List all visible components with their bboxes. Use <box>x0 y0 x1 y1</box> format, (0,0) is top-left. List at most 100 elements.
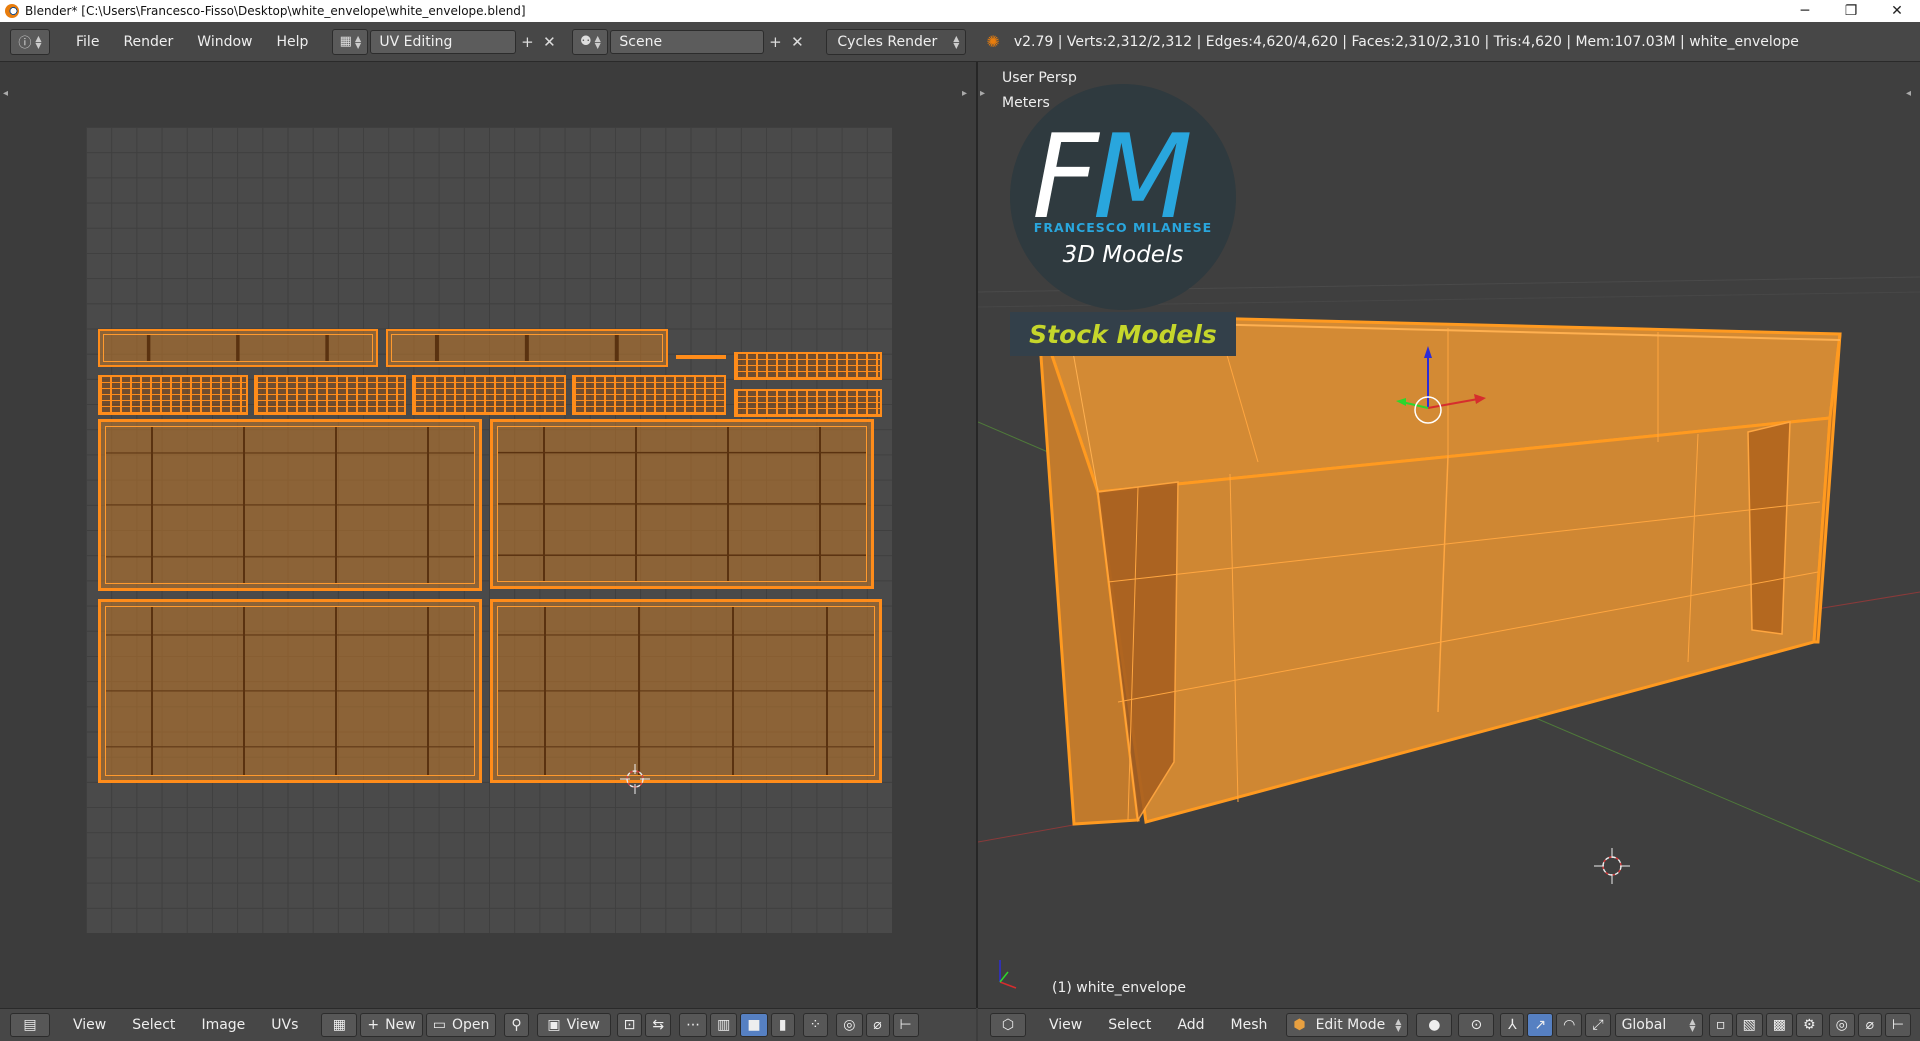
scene-field[interactable]: Scene <box>610 29 765 54</box>
open-image-button[interactable]: ▭ Open <box>425 1013 497 1037</box>
view-mode-dropdown[interactable]: ▣ View <box>536 1013 611 1037</box>
new-image-label: New <box>385 1017 416 1033</box>
pivot-icon: ⊙ <box>1470 1017 1483 1033</box>
updown-arrows-icon: ▲ ▼ <box>953 33 960 50</box>
info-header: ⓘ ▲ ▼ File Render Window Help ▦ ▲ ▼ UV Editi… <box>0 22 1920 62</box>
snap-button[interactable]: ⌀ <box>1857 1013 1882 1037</box>
translate-manipulator[interactable]: ↗ <box>1527 1013 1554 1037</box>
shading-solid-icon: ● <box>1428 1017 1441 1033</box>
snap-target-button[interactable]: ⊢ <box>892 1013 919 1037</box>
uv-island[interactable] <box>676 355 726 359</box>
editor-type-button[interactable]: ▤ <box>10 1013 50 1037</box>
close-button[interactable]: ✕ <box>1874 0 1920 22</box>
proportional-edit-button[interactable]: ◎ <box>836 1013 863 1037</box>
menu-select[interactable]: Select <box>119 1017 188 1033</box>
screen-layout-selector[interactable]: ▦ ▲ ▼ <box>332 28 369 55</box>
menu-image[interactable]: Image <box>188 1017 258 1033</box>
uv-grid[interactable] <box>86 127 892 933</box>
face-select-button[interactable]: ■ <box>740 1013 768 1037</box>
menu-render[interactable]: Render <box>111 34 185 50</box>
scene-selector[interactable]: ⚉ ▲ ▼ <box>572 28 609 55</box>
face-select-button[interactable]: ▩ <box>1765 1013 1794 1037</box>
uv-island[interactable] <box>254 375 406 415</box>
add-screen-icon[interactable]: + <box>516 31 538 53</box>
updown-arrows-icon: ▲ ▼ <box>1395 1017 1402 1033</box>
limit-selection-button[interactable]: ⚙ <box>1796 1013 1823 1037</box>
rotate-manipulator[interactable]: ◠ <box>1556 1013 1583 1037</box>
screen-layout-field[interactable]: UV Editing <box>370 29 517 54</box>
vertex-select-button[interactable]: ▫ <box>1708 1013 1733 1037</box>
logo-author: FRANCESCO MILANESE <box>1033 220 1213 235</box>
scale-icon: ⤢ <box>1592 1017 1604 1033</box>
editor-type-button[interactable]: ⓘ ▲ ▼ <box>10 28 50 55</box>
pivot-button[interactable]: ⊡ <box>616 1013 643 1037</box>
scene-stats: v2.79 | Verts:2,312/2,312 | Edges:4,620/… <box>1013 33 1799 50</box>
uv-island[interactable] <box>490 599 882 783</box>
sync-icon: ⇆ <box>652 1017 665 1033</box>
manipulator-toggle[interactable]: ⅄ <box>1500 1013 1525 1037</box>
edge-select-button[interactable]: ▥ <box>710 1013 738 1037</box>
uv-island[interactable] <box>734 389 882 417</box>
menu-select[interactable]: Select <box>1095 1017 1164 1033</box>
vertex-select-button[interactable]: ⋯ <box>679 1013 708 1037</box>
editor-type-button[interactable]: ⬡ <box>990 1013 1026 1037</box>
unit-system: Meters <box>1002 95 1050 111</box>
menu-add[interactable]: Add <box>1164 1017 1217 1033</box>
minimize-button[interactable]: ─ <box>1782 0 1828 22</box>
menu-mesh[interactable]: Mesh <box>1218 1017 1281 1033</box>
pivot-point-dropdown[interactable]: ⊙ <box>1458 1013 1495 1037</box>
vertex-select-icon: ▫ <box>1715 1017 1726 1033</box>
snap-target-icon: ⊢ <box>1891 1017 1905 1033</box>
menu-file[interactable]: File <box>64 34 111 50</box>
uv-island[interactable] <box>734 352 882 380</box>
uv-island[interactable] <box>98 375 248 415</box>
uv-island[interactable] <box>386 329 668 367</box>
menu-window[interactable]: Window <box>185 34 264 50</box>
restore-button[interactable]: ❐ <box>1828 0 1874 22</box>
region-toggle-right-icon[interactable]: ▸ <box>962 88 967 99</box>
view-mode-icon: ▣ <box>547 1017 561 1033</box>
scale-manipulator[interactable]: ⤢ <box>1585 1013 1611 1037</box>
proportional-icon: ◎ <box>1835 1017 1848 1033</box>
updown-arrows-icon: ▲ ▼ <box>1689 1017 1696 1033</box>
edge-select-button[interactable]: ▧ <box>1735 1013 1763 1037</box>
snap-target-button[interactable]: ⊢ <box>1884 1013 1912 1037</box>
delete-screen-icon[interactable]: ✕ <box>538 31 560 53</box>
logo-subtitle: 3D Models <box>1062 242 1184 268</box>
mode-dropdown[interactable]: ⬢ Edit Mode ▲ ▼ <box>1286 1013 1409 1037</box>
island-select-button[interactable]: ▮ <box>770 1013 795 1037</box>
uv-island[interactable] <box>98 599 482 783</box>
image-browse-button[interactable]: ▦ <box>321 1013 358 1037</box>
2d-cursor-icon[interactable] <box>620 764 650 794</box>
3d-cursor-icon[interactable] <box>1594 848 1630 884</box>
scene-name: Scene <box>619 33 663 50</box>
envelope-mesh[interactable] <box>1035 312 1842 826</box>
folder-icon: ▭ <box>432 1017 446 1033</box>
pin-image-button[interactable]: ⚲ <box>504 1013 529 1037</box>
sticky-selection-button[interactable]: ⁘ <box>802 1013 829 1037</box>
uv-island[interactable] <box>98 329 378 367</box>
uv-island[interactable] <box>98 419 482 591</box>
uv-image-editor[interactable]: ◂ ▸ <box>0 62 976 1008</box>
render-engine-label: Cycles Render <box>837 33 938 50</box>
3d-viewport[interactable]: ▸ ◂ User Persp Meters FM FRANCESCO MILAN… <box>978 62 1920 1008</box>
proportional-edit-button[interactable]: ◎ <box>1828 1013 1855 1037</box>
add-scene-icon[interactable]: + <box>764 31 786 53</box>
menu-view[interactable]: View <box>60 1017 119 1033</box>
uv-island[interactable] <box>412 375 566 415</box>
viewport-shading-dropdown[interactable]: ● <box>1416 1013 1453 1037</box>
delete-scene-icon[interactable]: ✕ <box>786 31 808 53</box>
menu-view[interactable]: View <box>1036 1017 1095 1033</box>
new-image-button[interactable]: + New <box>360 1013 423 1037</box>
region-toggle-left-icon[interactable]: ◂ <box>3 88 8 99</box>
transform-orientation-dropdown[interactable]: Global ▲ ▼ <box>1614 1013 1703 1037</box>
menu-uvs[interactable]: UVs <box>258 1017 311 1033</box>
render-engine-dropdown[interactable]: Cycles Render ▲ ▼ <box>826 28 967 55</box>
sync-selection-button[interactable]: ⇆ <box>645 1013 672 1037</box>
plus-icon: + <box>367 1017 380 1033</box>
uv-island[interactable] <box>572 375 726 415</box>
snap-button[interactable]: ⌀ <box>865 1013 890 1037</box>
menu-help[interactable]: Help <box>264 34 320 50</box>
uv-island[interactable] <box>490 419 874 589</box>
image-editor-icon: ▤ <box>23 1017 37 1033</box>
